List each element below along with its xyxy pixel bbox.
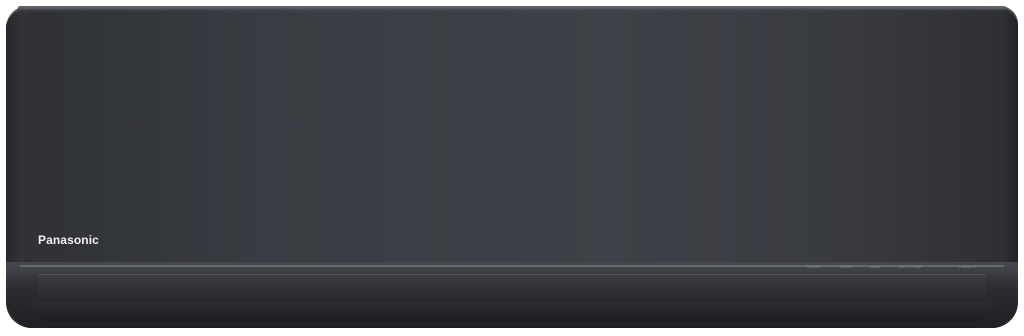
lower-louver — [30, 302, 994, 322]
brand-logo: Panasonic — [38, 233, 99, 247]
indicator-lights: POWER TIMER nanoe AUTO COMF • nanoe X — [806, 262, 976, 272]
right-side-cap — [1000, 12, 1018, 262]
top-edge — [18, 6, 1006, 10]
timer-indicator: TIMER — [839, 264, 852, 269]
front-panel — [24, 12, 1000, 262]
left-side-cap — [6, 12, 24, 262]
auto-comfort-indicator: AUTO COMF — [898, 264, 923, 269]
airflow-louver — [38, 274, 986, 300]
nanoe-x-indicator: • nanoe X — [958, 264, 977, 269]
air-conditioner-photo: Panasonic POWER TIMER nanoe AUTO COMF • … — [0, 0, 1024, 336]
power-indicator: POWER — [806, 264, 822, 269]
nanoe-indicator: nanoe — [869, 264, 881, 269]
